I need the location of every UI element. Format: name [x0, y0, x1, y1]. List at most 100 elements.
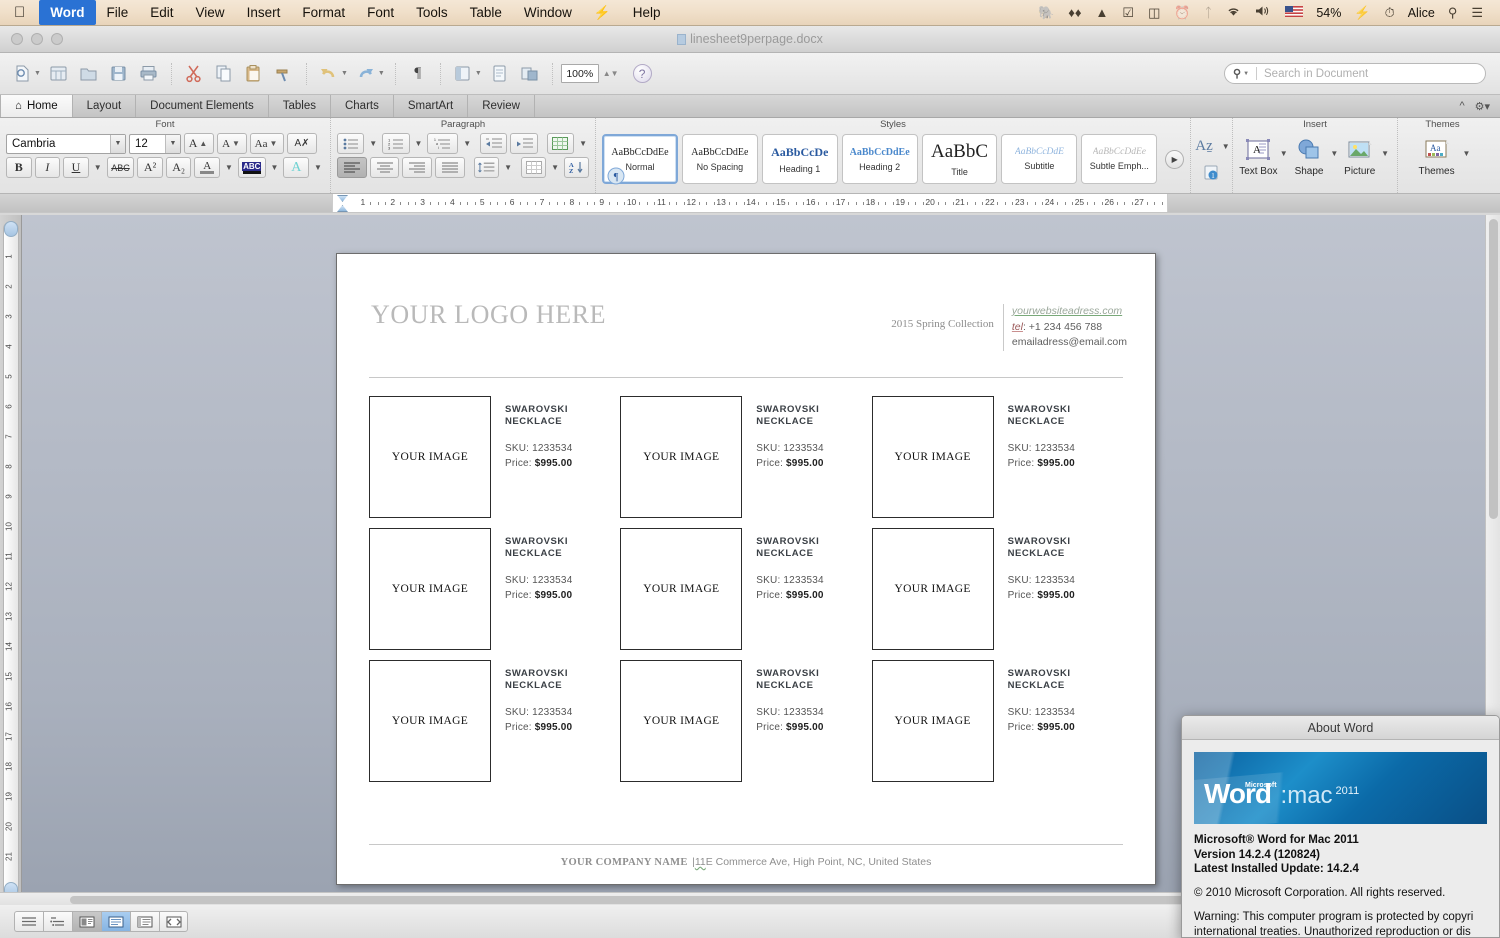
- text-effects-caret-icon[interactable]: ▼: [312, 163, 324, 172]
- current-user[interactable]: Alice: [1402, 6, 1441, 20]
- shading-caret-icon[interactable]: ▼: [549, 163, 561, 172]
- print-icon[interactable]: [135, 60, 163, 88]
- outline-view-button[interactable]: [43, 911, 72, 932]
- themes-button[interactable]: Aa Themes: [1413, 137, 1461, 177]
- document-view-icon[interactable]: [486, 60, 514, 88]
- battery-percentage[interactable]: 54%: [1310, 6, 1347, 20]
- paste-icon[interactable]: [240, 60, 268, 88]
- menu-item-view[interactable]: View: [185, 0, 236, 25]
- ribbon-settings-gear-icon[interactable]: ⚙▾: [1475, 100, 1490, 113]
- bullets-button[interactable]: [337, 133, 365, 154]
- print-layout-view-button[interactable]: [101, 911, 130, 932]
- font-family-select[interactable]: Cambria ▼: [6, 133, 126, 154]
- about-word-dialog[interactable]: About Word Word Microsoft :mac 2011 Micr…: [1181, 715, 1500, 938]
- font-size-select[interactable]: 12 ▼: [129, 133, 181, 154]
- insert-text-box-button[interactable]: A Text Box: [1239, 137, 1278, 177]
- picture-caret-icon[interactable]: ▼: [1379, 137, 1391, 158]
- product-cell[interactable]: YOUR IMAGE SWAROVSKI NECKLACE SKU: 12335…: [871, 527, 1123, 650]
- document-page[interactable]: YOUR LOGO HERE 2015 Spring Collection yo…: [336, 253, 1156, 885]
- menu-item-file[interactable]: File: [96, 0, 140, 25]
- grow-font-button[interactable]: A ▲: [184, 133, 214, 154]
- redo-icon[interactable]: [352, 60, 380, 88]
- text-styles-caret-icon[interactable]: ▼: [1220, 142, 1232, 151]
- tab-charts[interactable]: Charts: [331, 95, 394, 117]
- draft-view-button[interactable]: [14, 911, 43, 932]
- justify-button[interactable]: [435, 157, 465, 178]
- shrink-font-button[interactable]: A ▼: [217, 133, 247, 154]
- borders-caret-icon[interactable]: ▼: [577, 139, 589, 148]
- menu-item-help[interactable]: Help: [622, 0, 672, 25]
- search-in-document-field[interactable]: ⚲ ▼ Search in Document: [1224, 63, 1486, 84]
- numbering-caret-icon[interactable]: ▼: [413, 139, 425, 148]
- sort-button[interactable]: AZ: [564, 157, 590, 178]
- volume-icon[interactable]: [1248, 3, 1278, 23]
- citation-icon[interactable]: 1: [1198, 162, 1225, 183]
- open-file-icon[interactable]: [75, 60, 103, 88]
- styles-gallery-more-icon[interactable]: ▶: [1165, 149, 1185, 169]
- notification-center-icon[interactable]: ☰: [1464, 3, 1490, 23]
- product-image-placeholder[interactable]: YOUR IMAGE: [369, 395, 491, 518]
- cut-icon[interactable]: [180, 60, 208, 88]
- zoom-button[interactable]: [51, 33, 63, 45]
- apple-logo-icon[interactable]: : [0, 5, 39, 20]
- font-color-button[interactable]: A: [194, 157, 221, 178]
- style-no-spacing[interactable]: AaBbCcDdEе No Spacing: [681, 134, 758, 184]
- horizontal-scroll-thumb[interactable]: [70, 896, 1220, 904]
- email-address[interactable]: emailadress@email.com: [1012, 335, 1127, 351]
- product-cell[interactable]: YOUR IMAGE SWAROVSKI NECKLACE SKU: 12335…: [871, 395, 1123, 518]
- styles-pane-toggle[interactable]: ¶: [606, 166, 626, 191]
- top-margin-marker[interactable]: [4, 221, 18, 237]
- horizontal-ruler[interactable]: 1 2 3 4 5 6 7 8 9 10 11 12 13 14 15 16 17 18 19 20 21 22 23 24 2…: [0, 194, 1500, 213]
- product-cell[interactable]: YOUR IMAGE SWAROVSKI NECKLACE SKU: 12335…: [369, 659, 620, 782]
- tab-document-elements[interactable]: Document Elements: [136, 95, 269, 117]
- website-link[interactable]: yourwebsiteadress.com: [1012, 304, 1127, 320]
- menu-item-word[interactable]: Word: [39, 0, 96, 25]
- search-options-caret-icon[interactable]: ▼: [1243, 71, 1249, 77]
- product-cell[interactable]: YOUR IMAGE SWAROVSKI NECKLACE SKU: 12335…: [871, 659, 1123, 782]
- battery-charging-icon[interactable]: ⚡: [1347, 3, 1377, 23]
- style-subtle-emphasis[interactable]: AaBbCcDdEe Subtle Emph...: [1081, 134, 1158, 184]
- logo-placeholder[interactable]: YOUR LOGO HERE: [359, 284, 606, 330]
- product-image-placeholder[interactable]: YOUR IMAGE: [620, 527, 743, 650]
- notebook-view-button[interactable]: [130, 911, 159, 932]
- tab-layout[interactable]: Layout: [73, 95, 137, 117]
- multilevel-list-button[interactable]: 1ai: [427, 133, 459, 154]
- borders-button[interactable]: [546, 133, 575, 154]
- shading-button[interactable]: [521, 157, 547, 178]
- menu-item-edit[interactable]: Edit: [139, 0, 184, 25]
- close-button[interactable]: [11, 33, 23, 45]
- superscript-button[interactable]: A²: [137, 157, 163, 178]
- product-image-placeholder[interactable]: YOUR IMAGE: [871, 659, 994, 782]
- wifi-icon[interactable]: [1219, 3, 1248, 23]
- align-right-button[interactable]: [402, 157, 433, 178]
- style-subtitle[interactable]: AaBbCcDdE Subtitle: [1001, 134, 1078, 184]
- italic-button[interactable]: I: [34, 157, 61, 178]
- text-box-caret-icon[interactable]: ▼: [1278, 137, 1290, 158]
- vertical-ruler[interactable]: 1 2 3 4 5 6 7 8 9 10 11 12 13 14 15 16 17 18 19 20 21: [0, 215, 22, 904]
- subscript-button[interactable]: A₂: [165, 157, 192, 178]
- menu-item-tools[interactable]: Tools: [405, 0, 459, 25]
- timemachine-icon[interactable]: ⏰: [1167, 3, 1197, 23]
- product-image-placeholder[interactable]: YOUR IMAGE: [620, 395, 743, 518]
- text-effects-button[interactable]: A: [283, 157, 310, 178]
- vertical-scroll-thumb[interactable]: [1489, 219, 1498, 519]
- open-gallery-icon[interactable]: [45, 60, 73, 88]
- copy-icon[interactable]: [210, 60, 238, 88]
- clock-icon[interactable]: ⏱: [1378, 3, 1402, 23]
- style-title[interactable]: AaBbC Title: [921, 134, 998, 184]
- zoom-stepper-icon[interactable]: ▲▼: [603, 69, 619, 78]
- dropbox-icon[interactable]: ♦♦: [1061, 3, 1088, 23]
- highlight-caret-icon[interactable]: ▼: [269, 163, 281, 172]
- numbering-button[interactable]: 123: [382, 133, 410, 154]
- collection-label[interactable]: 2015 Spring Collection: [891, 304, 1003, 330]
- tab-smartart[interactable]: SmartArt: [394, 95, 469, 117]
- product-image-placeholder[interactable]: YOUR IMAGE: [369, 659, 491, 782]
- product-cell[interactable]: YOUR IMAGE SWAROVSKI NECKLACE SKU: 12335…: [369, 395, 620, 518]
- undo-icon[interactable]: [315, 60, 343, 88]
- font-color-caret-icon[interactable]: ▼: [223, 163, 235, 172]
- underline-caret-icon[interactable]: ▼: [92, 163, 104, 172]
- menu-item-insert[interactable]: Insert: [236, 0, 292, 25]
- help-icon[interactable]: ?: [632, 64, 652, 83]
- themes-caret-icon[interactable]: ▼: [1461, 137, 1473, 158]
- product-cell[interactable]: YOUR IMAGE SWAROVSKI NECKLACE SKU: 12335…: [620, 527, 871, 650]
